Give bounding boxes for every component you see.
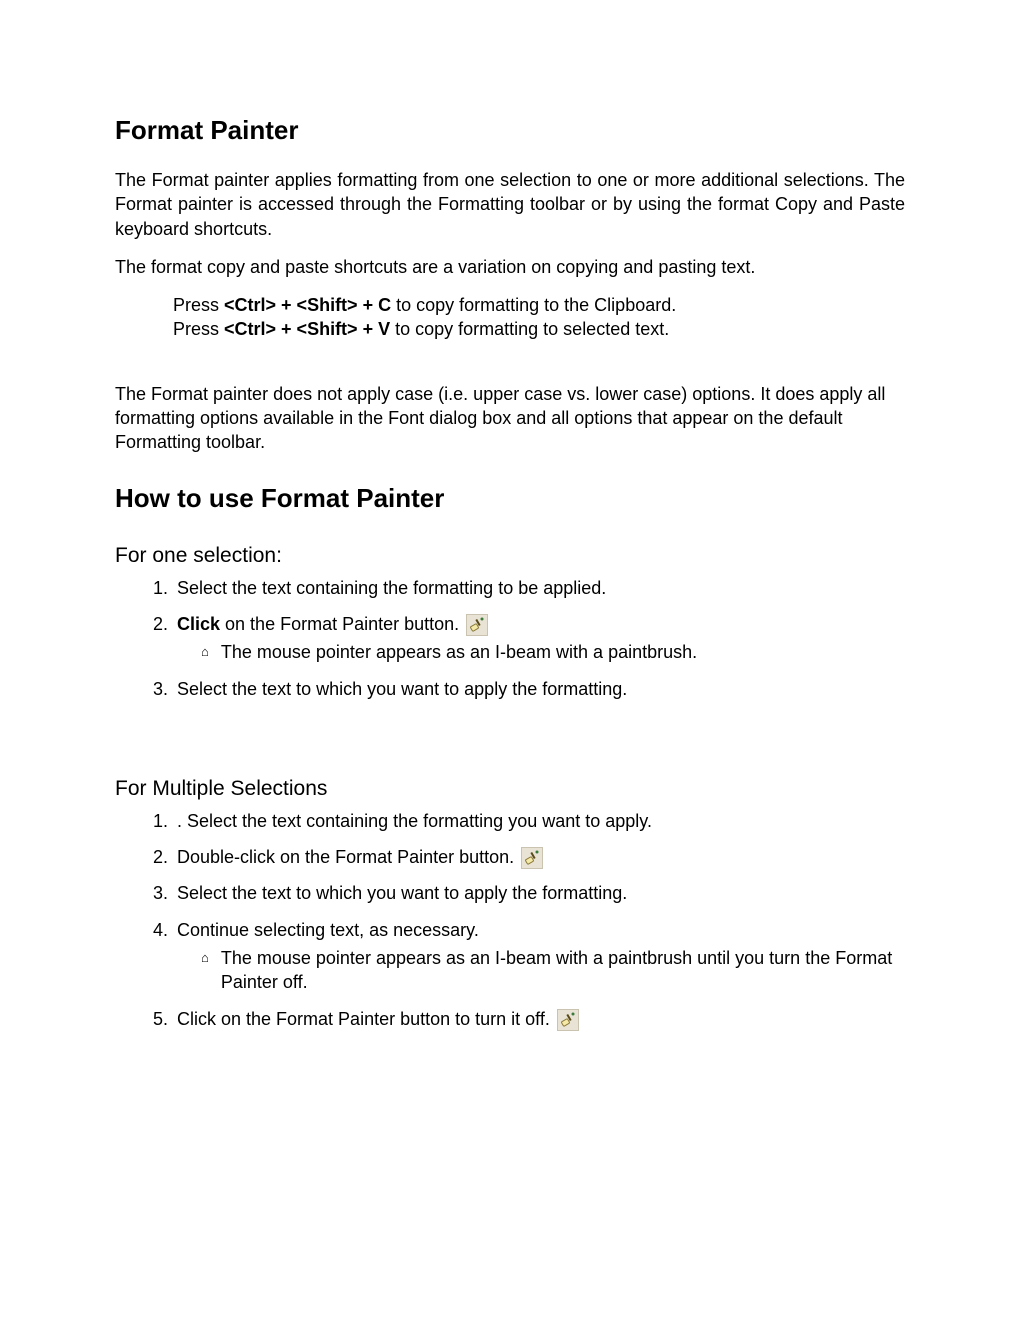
sub-bullet: ⌂ The mouse pointer appears as an I-beam… (201, 946, 905, 995)
multi-selection-heading: For Multiple Selections (115, 777, 905, 801)
note-paragraph: The Format painter does not apply case (… (115, 382, 905, 455)
shortcut-paste-line: Press <Ctrl> + <Shift> + V to copy forma… (173, 317, 905, 341)
sub-bullet-text: The mouse pointer appears as an I-beam w… (221, 946, 905, 995)
shortcut-block: Press <Ctrl> + <Shift> + C to copy forma… (173, 293, 905, 342)
step-bold: Click (177, 614, 220, 634)
list-item: . Select the text containing the formatt… (173, 809, 905, 833)
shortcut-key: <Ctrl> + <Shift> + V (224, 319, 390, 339)
intro-paragraph-1: The Format painter applies formatting fr… (115, 168, 905, 241)
step-text: Select the text containing the formattin… (177, 578, 606, 598)
step-text: Continue selecting text, as necessary. (177, 920, 479, 940)
shortcut-suffix: to copy formatting to the Clipboard. (391, 295, 676, 315)
shortcut-prefix: Press (173, 295, 224, 315)
step-text: on the Format Painter button. (220, 614, 464, 634)
sub-bullet: ⌂ The mouse pointer appears as an I-beam… (201, 640, 905, 664)
multi-selection-steps: . Select the text containing the formatt… (173, 809, 905, 1031)
list-item: Click on the Format Painter button to tu… (173, 1007, 905, 1031)
bullet-glyph-icon: ⌂ (201, 949, 209, 967)
list-item: Continue selecting text, as necessary. ⌂… (173, 918, 905, 995)
bullet-glyph-icon: ⌂ (201, 643, 209, 661)
shortcut-suffix: to copy formatting to selected text. (390, 319, 669, 339)
list-item: Select the text to which you want to app… (173, 881, 905, 905)
step-text: Select the text to which you want to app… (177, 883, 627, 903)
step-text: Click on the Format Painter button to tu… (177, 1009, 555, 1029)
format-painter-icon (557, 1009, 579, 1031)
shortcut-copy-line: Press <Ctrl> + <Shift> + C to copy forma… (173, 293, 905, 317)
step-text: Double-click on the Format Painter butto… (177, 847, 519, 867)
step-text: Select the text to which you want to app… (177, 679, 627, 699)
format-painter-icon (521, 847, 543, 869)
shortcut-key: <Ctrl> + <Shift> + C (224, 295, 391, 315)
one-selection-steps: Select the text containing the formattin… (173, 576, 905, 701)
intro-paragraph-2: The format copy and paste shortcuts are … (115, 255, 905, 279)
format-painter-icon (466, 614, 488, 636)
list-item: Click on the Format Painter button. ⌂ Th… (173, 612, 905, 665)
page-title: Format Painter (115, 115, 905, 146)
list-item: Double-click on the Format Painter butto… (173, 845, 905, 869)
step-text: . Select the text containing the formatt… (177, 811, 652, 831)
list-item: Select the text containing the formattin… (173, 576, 905, 600)
howto-heading: How to use Format Painter (115, 483, 905, 514)
list-item: Select the text to which you want to app… (173, 677, 905, 701)
one-selection-heading: For one selection: (115, 544, 905, 568)
sub-bullet-text: The mouse pointer appears as an I-beam w… (221, 640, 697, 664)
shortcut-prefix: Press (173, 319, 224, 339)
